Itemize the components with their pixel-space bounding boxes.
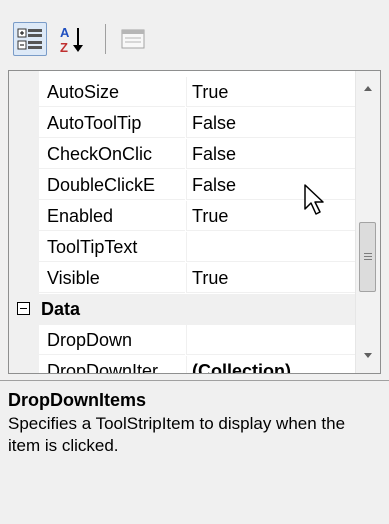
property-name: DropDown: [39, 325, 185, 355]
property-row[interactable]: DropDown: [9, 325, 355, 356]
property-value[interactable]: True: [186, 201, 355, 231]
property-value[interactable]: True: [186, 263, 355, 293]
grip-line: [364, 256, 372, 257]
toolbar-separator: [105, 24, 106, 54]
property-name: DoubleClickE: [39, 170, 185, 200]
description-panel: DropDownItems Specifies a ToolStripItem …: [0, 380, 389, 524]
scrollbar-thumb[interactable]: [359, 222, 376, 292]
property-name: AutoSize: [39, 77, 185, 107]
property-value[interactable]: (Collection): [186, 356, 355, 373]
property-value[interactable]: [186, 325, 355, 355]
categorized-view-button[interactable]: [13, 22, 47, 56]
alphabetical-sort-button[interactable]: A Z: [58, 22, 92, 56]
property-value[interactable]: True: [186, 77, 355, 107]
property-value[interactable]: False: [186, 139, 355, 169]
grip-line: [364, 259, 372, 260]
property-row[interactable]: ToolTipText: [9, 232, 355, 263]
category-name: Data: [41, 299, 81, 319]
svg-text:A: A: [60, 25, 70, 40]
vertical-scrollbar[interactable]: [355, 71, 380, 373]
alphabetical-sort-icon: A Z: [60, 25, 83, 55]
property-pages-button[interactable]: [116, 22, 150, 56]
property-grid[interactable]: AutoSize True AutoToolTip False CheckOnC…: [8, 70, 381, 374]
categorized-view-icon: [17, 28, 42, 50]
mouse-pointer-icon: [304, 184, 324, 215]
property-name: CheckOnClic: [39, 139, 185, 169]
grip-line: [364, 253, 372, 254]
property-value[interactable]: False: [186, 108, 355, 138]
property-row[interactable]: AutoSize True: [9, 77, 355, 108]
property-row[interactable]: AutoToolTip False: [9, 108, 355, 139]
property-value[interactable]: False: [186, 170, 355, 200]
scroll-up-arrow-icon[interactable]: [356, 77, 380, 99]
property-grid-toolbar: A Z: [0, 0, 389, 70]
property-name: Enabled: [39, 201, 185, 231]
property-pages-icon: [121, 29, 145, 49]
property-value[interactable]: [186, 232, 355, 262]
property-row[interactable]: Visible True: [9, 263, 355, 294]
category-row-data[interactable]: Data: [9, 294, 355, 325]
description-text: Specifies a ToolStripItem to display whe…: [8, 414, 346, 455]
property-row-selected[interactable]: DropDownIter (Collection): [9, 356, 355, 373]
svg-text:Z: Z: [60, 40, 68, 55]
scroll-down-arrow-icon[interactable]: [356, 345, 380, 367]
property-name: ToolTipText: [39, 232, 185, 262]
property-name: AutoToolTip: [39, 108, 185, 138]
collapse-icon[interactable]: [17, 302, 30, 315]
property-name: DropDownIter: [39, 356, 185, 373]
description-title: DropDownItems: [8, 390, 147, 410]
property-name: Visible: [39, 263, 185, 293]
property-row[interactable]: CheckOnClic False: [9, 139, 355, 170]
